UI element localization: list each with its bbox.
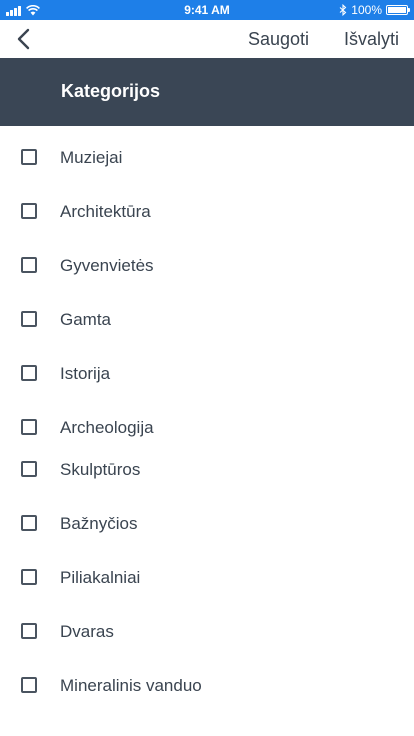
checkbox[interactable] <box>21 419 37 435</box>
category-label: Istorija <box>60 364 111 383</box>
category-item[interactable]: Architektūra <box>0 192 414 232</box>
category-label: Piliakalniai <box>60 568 141 587</box>
page-title: Kategorijos <box>61 81 161 101</box>
bluetooth-icon <box>339 4 347 16</box>
category-label: Archeologija <box>60 418 154 437</box>
checkbox[interactable] <box>21 365 37 381</box>
checkbox[interactable] <box>21 149 37 165</box>
checkbox[interactable] <box>21 569 37 585</box>
category-item[interactable]: Gyvenvietės <box>0 246 414 286</box>
checkbox[interactable] <box>21 311 37 327</box>
category-label: Gamta <box>60 310 112 329</box>
clear-button[interactable]: Išvalyti <box>344 29 399 50</box>
checkbox[interactable] <box>21 257 37 273</box>
category-label: Dvaras <box>60 622 114 641</box>
checkbox[interactable] <box>21 203 37 219</box>
category-item[interactable]: Dvaras <box>0 612 414 652</box>
category-item[interactable]: Muziejai <box>0 138 414 178</box>
category-item[interactable]: Gamta <box>0 300 414 340</box>
checkbox[interactable] <box>21 677 37 693</box>
checkbox[interactable] <box>21 623 37 639</box>
category-label: Mineralinis vanduo <box>60 676 202 695</box>
checkbox[interactable] <box>21 515 37 531</box>
category-label: Muziejai <box>60 148 123 167</box>
battery-icon <box>386 5 410 15</box>
category-item[interactable]: Istorija <box>0 354 414 394</box>
category-label: Gyvenvietės <box>60 256 154 275</box>
back-button[interactable] <box>6 22 40 56</box>
category-label: Bažnyčios <box>60 514 138 533</box>
category-item[interactable]: Piliakalniai <box>0 558 414 598</box>
categories-header: Kategorijos <box>0 58 414 126</box>
category-item[interactable]: Skulptūros <box>0 450 414 490</box>
category-label: Architektūra <box>60 202 151 221</box>
navigation-bar: Saugoti Išvalyti <box>0 20 414 58</box>
save-button[interactable]: Saugoti <box>248 29 309 50</box>
category-item[interactable]: Bažnyčios <box>0 504 414 544</box>
chevron-left-icon <box>17 28 30 50</box>
category-item[interactable]: Archeologija <box>0 408 414 448</box>
category-label: Skulptūros <box>60 460 141 479</box>
category-item[interactable]: Mineralinis vanduo <box>0 666 414 706</box>
status-right: 100% <box>339 3 410 17</box>
status-bar: 9:41 AM 100% <box>0 0 414 20</box>
battery-percent: 100% <box>351 3 382 17</box>
checkbox[interactable] <box>21 461 37 477</box>
